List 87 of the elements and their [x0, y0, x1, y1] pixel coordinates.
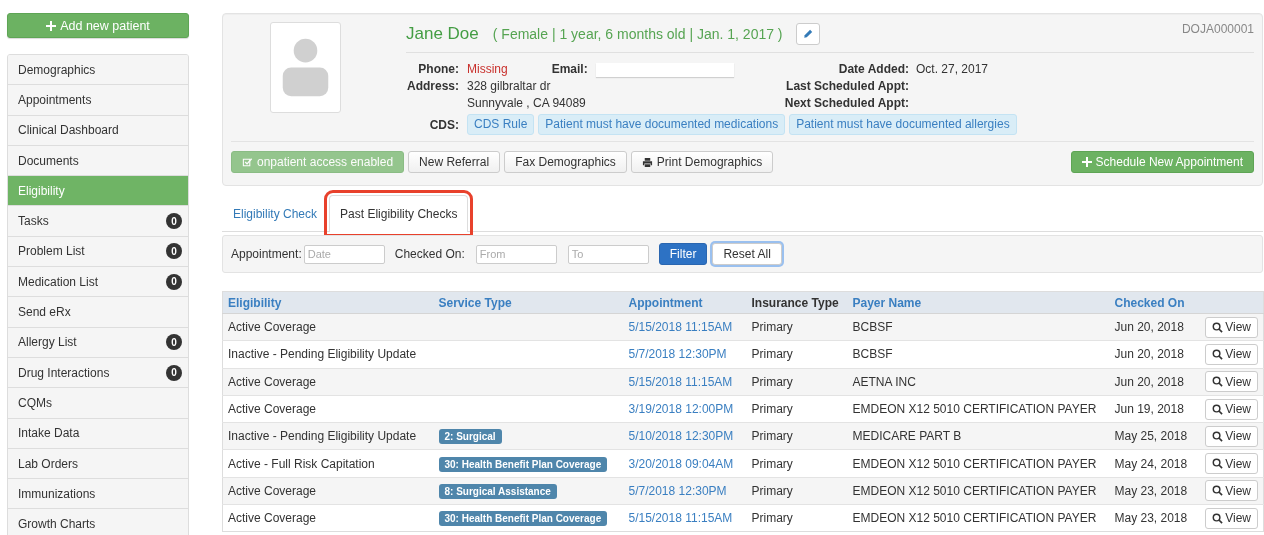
table-cell: EMDEON X12 5010 CERTIFICATION PAYER: [847, 477, 1110, 505]
service-type-badge: 30: Health Benefit Plan Coverage: [438, 456, 608, 472]
field-label: Email:: [551, 61, 588, 78]
table-cell: Primary: [746, 504, 848, 532]
to-date-field[interactable]: To: [567, 244, 649, 264]
table-cell: May 23, 2018: [1109, 504, 1196, 532]
table-cell: Active Coverage: [222, 504, 434, 532]
service-type-badge: 2: Surgical: [438, 429, 502, 445]
patient-summary: ( Female | 1 year, 6 months old | Jan. 1, 2017 ): [492, 26, 783, 42]
field-label: Last Scheduled Appt:: [785, 78, 909, 95]
count-badge: 0: [166, 213, 182, 230]
column-header: Insurance Type: [751, 295, 839, 310]
cds-tag: Patient must have documented allergies: [789, 114, 1017, 135]
search-icon: [1212, 376, 1224, 388]
view-button[interactable]: View: [1205, 398, 1258, 420]
service-type-badge: 8: Surgical Assistance: [438, 483, 557, 499]
checkbox-icon: [242, 156, 253, 168]
phone-value: Missing: [467, 61, 508, 78]
table-cell: Jun 20, 2018: [1109, 368, 1196, 396]
service-type-badge: 30: Health Benefit Plan Coverage: [438, 511, 608, 527]
action-button[interactable]: Fax Demographics: [504, 151, 627, 173]
filter-button[interactable]: Reset All: [712, 243, 782, 265]
table-cell: BCBSF: [847, 313, 1110, 341]
appointment-link[interactable]: 3/20/2018 09:04AM: [628, 456, 734, 471]
view-button[interactable]: View: [1205, 343, 1258, 365]
address-line: Sunnyvale , CA 94089: [467, 95, 587, 112]
person-icon: [280, 38, 331, 97]
search-icon: [1212, 403, 1224, 415]
table-cell: Primary: [746, 477, 848, 505]
table-cell: May 25, 2018: [1109, 422, 1196, 450]
view-button[interactable]: View: [1205, 480, 1258, 502]
action-button[interactable]: New Referral: [408, 151, 501, 173]
appointment-link[interactable]: 5/7/2018 12:30PM: [628, 347, 727, 362]
pencil-icon: [802, 29, 813, 39]
count-badge: 0: [166, 364, 182, 381]
table-cell: May 23, 2018: [1109, 477, 1196, 505]
plus-icon: [46, 20, 57, 31]
search-icon: [1212, 348, 1224, 360]
filter-button[interactable]: Filter: [658, 243, 708, 265]
table-cell: Active Coverage: [222, 477, 434, 505]
field-label: Address:: [406, 78, 459, 95]
patient-id: DOJA000001: [1181, 22, 1254, 36]
table-cell: Jun 20, 2018: [1109, 313, 1196, 341]
plus-icon: [1081, 157, 1092, 167]
search-icon: [1212, 458, 1224, 470]
count-badge: 0: [166, 334, 182, 351]
date-field[interactable]: Date: [303, 244, 385, 264]
address-line: 328 gilbraltar dr: [467, 78, 552, 95]
table-cell: AETNA INC: [847, 368, 1110, 396]
view-button[interactable]: View: [1205, 453, 1258, 475]
view-button[interactable]: View: [1205, 507, 1258, 529]
field-label: CDS:: [428, 117, 459, 132]
view-button[interactable]: View: [1205, 425, 1258, 447]
from-date-field[interactable]: From: [475, 244, 557, 264]
table-cell: Primary: [746, 368, 848, 396]
appointment-link[interactable]: 5/15/2018 11:15AM: [628, 511, 733, 526]
search-icon: [1212, 512, 1224, 524]
filter-label: Appointment:: [231, 247, 302, 261]
sidebar-item[interactable]: Demographics: [8, 55, 188, 86]
search-icon: [1212, 485, 1224, 497]
cds-tag: Patient must have documented medications: [538, 114, 786, 135]
field-value: Oct. 27, 2017: [916, 61, 989, 78]
field-label: Date Added:: [837, 61, 909, 78]
action-button[interactable]: Print Demographics: [630, 151, 774, 173]
count-badge: 0: [166, 273, 182, 290]
cds-tag: CDS Rule: [467, 114, 535, 135]
field-label: Next Scheduled Appt:: [783, 95, 909, 112]
email-field[interactable]: [595, 62, 734, 77]
search-icon: [1212, 321, 1224, 333]
field-label: Phone:: [417, 61, 459, 78]
filter-label: Checked On:: [394, 247, 465, 261]
view-button[interactable]: View: [1205, 371, 1258, 393]
patient-name: Jane Doe: [406, 24, 479, 44]
table-cell: EMDEON X12 5010 CERTIFICATION PAYER: [847, 504, 1110, 532]
table-cell: Primary: [746, 422, 848, 450]
edit-button[interactable]: [795, 23, 820, 45]
table-cell: Primary: [746, 313, 848, 341]
table-cell: Active Coverage: [222, 313, 434, 341]
table-cell: Inactive - Pending Eligibility Update: [222, 422, 434, 450]
view-button[interactable]: View: [1205, 316, 1258, 338]
count-badge: 0: [166, 243, 182, 260]
table-cell: MEDICARE PART B: [847, 422, 1110, 450]
printer-icon: [641, 156, 653, 168]
search-icon: [1212, 430, 1224, 442]
table-cell: Active Coverage: [222, 368, 434, 396]
tab[interactable]: Eligibility Check: [222, 195, 329, 231]
appointment-link[interactable]: 3/19/2018 12:00PM: [628, 402, 734, 417]
